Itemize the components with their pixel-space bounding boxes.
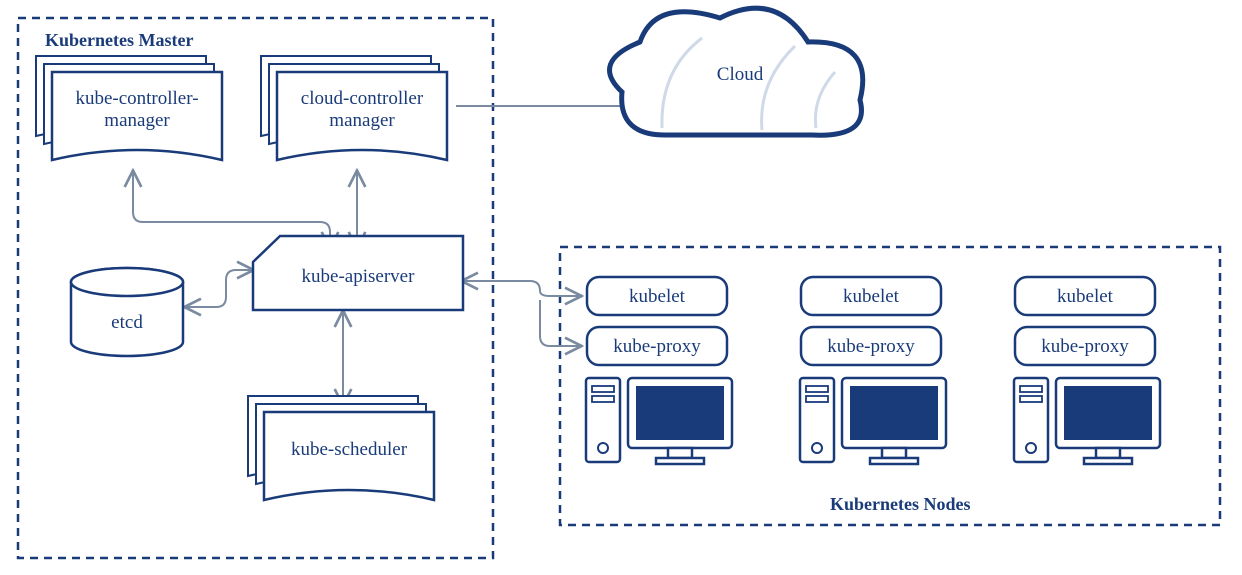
api-box: kube-apiserver: [253, 236, 463, 310]
ccm-box: cloud-controller manager: [261, 56, 447, 160]
api-label: kube-apiserver: [302, 266, 416, 287]
computer-icon: [1014, 378, 1160, 464]
node-2-kubelet: kubelet: [1057, 286, 1114, 307]
ccm-label-1: cloud-controller: [301, 88, 424, 109]
node-0-kubelet: kubelet: [629, 286, 686, 307]
computer-icon: [800, 378, 946, 464]
cloud-label: Cloud: [717, 64, 764, 85]
node-0-proxy: kube-proxy: [613, 336, 701, 357]
etcd-label: etcd: [111, 312, 143, 333]
kcm-label-2: manager: [104, 110, 170, 131]
nodes-title: Kubernetes Nodes: [830, 494, 971, 514]
architecture-diagram: Kubernetes Master Kubernetes Nodes Cloud…: [0, 0, 1242, 575]
sched-label: kube-scheduler: [291, 439, 408, 460]
computer-icon: [586, 378, 732, 464]
node-2: kubelet kube-proxy: [1014, 277, 1160, 464]
node-2-proxy: kube-proxy: [1041, 336, 1129, 357]
arrow-etcd-api: [186, 270, 252, 307]
kcm-box: kube-controller- manager: [36, 56, 222, 160]
ccm-label-2: manager: [329, 110, 395, 131]
node-1: kubelet kube-proxy: [800, 277, 946, 464]
arrow-api-kubelet: [463, 281, 580, 296]
sched-box: kube-scheduler: [248, 396, 434, 500]
node-1-kubelet: kubelet: [843, 286, 900, 307]
kcm-label-1: kube-controller-: [75, 88, 198, 109]
etcd-cylinder: etcd: [71, 268, 183, 356]
node-1-proxy: kube-proxy: [827, 336, 915, 357]
cloud-icon: Cloud: [610, 8, 863, 135]
master-title: Kubernetes Master: [45, 30, 193, 50]
node-0: kubelet kube-proxy: [586, 277, 732, 464]
